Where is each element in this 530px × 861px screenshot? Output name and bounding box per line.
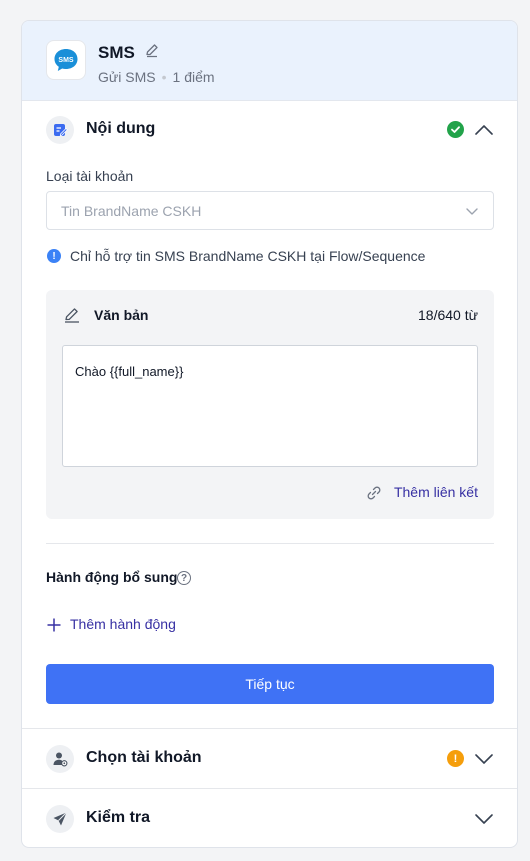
- account-type-select[interactable]: Tin BrandName CSKH: [46, 191, 494, 230]
- section-divider: [46, 543, 494, 544]
- message-text: Chào {{full_name}}: [75, 364, 184, 379]
- step-type: Gửi SMS: [98, 69, 156, 85]
- sms-step-card: SMS SMS Gửi SMS • 1 điểm Nội dung Loại t…: [21, 20, 518, 848]
- send-icon: [46, 805, 74, 833]
- check-circle-icon: [447, 121, 464, 138]
- word-count: 18/640 từ: [418, 307, 478, 323]
- section-check-header[interactable]: Kiểm tra: [22, 789, 517, 847]
- section-account-label: Chọn tài khoản: [86, 749, 202, 766]
- info-note: Chỉ hỗ trợ tin SMS BrandName CSKH tại Fl…: [70, 248, 426, 264]
- add-link-button[interactable]: Thêm liên kết: [394, 484, 478, 500]
- step-title: SMS: [98, 43, 135, 62]
- info-icon: !: [47, 249, 61, 263]
- text-panel-title: Văn bản: [94, 307, 149, 323]
- step-points: 1 điểm: [172, 69, 215, 85]
- account-type-label: Loại tài khoản: [46, 168, 134, 184]
- message-textarea[interactable]: Chào {{full_name}}: [62, 345, 478, 467]
- plus-icon: [47, 618, 61, 632]
- section-content-label: Nội dung: [86, 120, 156, 137]
- edit-title-icon[interactable]: [144, 42, 160, 58]
- section-account-header[interactable]: Chọn tài khoản !: [22, 729, 517, 789]
- help-icon[interactable]: ?: [177, 571, 191, 585]
- step-header: SMS SMS Gửi SMS • 1 điểm: [22, 21, 517, 101]
- chevron-up-icon[interactable]: [473, 119, 495, 141]
- warning-icon: !: [447, 750, 464, 767]
- separator-dot: •: [161, 69, 167, 85]
- continue-button[interactable]: Tiếp tục: [46, 664, 494, 704]
- chevron-down-icon[interactable]: [473, 808, 495, 830]
- pencil-icon: [65, 308, 79, 323]
- user-settings-icon: [46, 745, 74, 773]
- link-icon[interactable]: [366, 485, 382, 501]
- sms-app-icon: SMS: [46, 40, 86, 80]
- extra-actions-label: Hành động bổ sung: [46, 569, 178, 585]
- edit-document-icon: [46, 116, 74, 144]
- account-type-value: Tin BrandName CSKH: [61, 203, 202, 219]
- text-message-panel: Văn bản 18/640 từ Chào {{full_name}} Thê…: [46, 290, 494, 519]
- add-action-label: Thêm hành động: [70, 616, 176, 632]
- svg-text:SMS: SMS: [58, 57, 74, 64]
- step-subtitle: Gửi SMS • 1 điểm: [98, 69, 215, 85]
- chevron-down-icon: [466, 208, 478, 215]
- section-content-header[interactable]: Nội dung: [22, 100, 517, 160]
- chevron-down-icon[interactable]: [473, 748, 495, 770]
- section-check-label: Kiểm tra: [86, 809, 151, 826]
